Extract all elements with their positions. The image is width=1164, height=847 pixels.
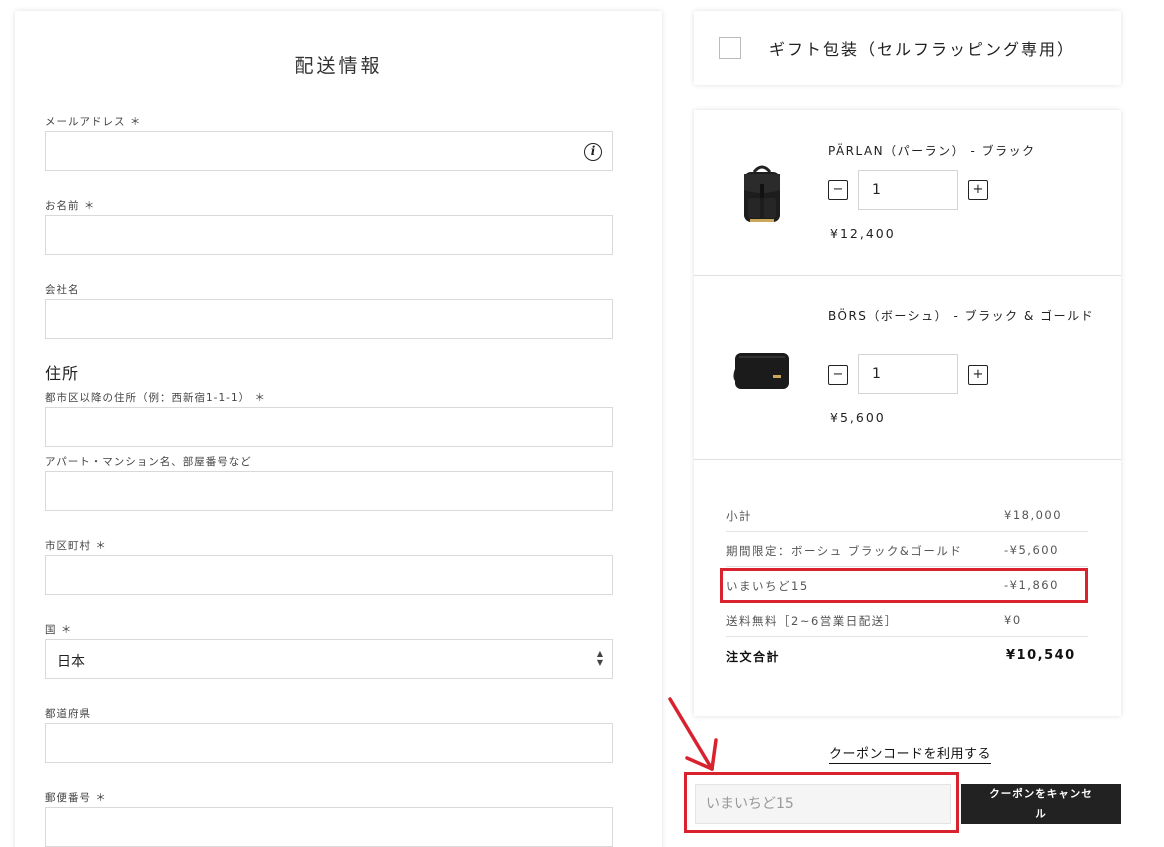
summary-value: -¥5,600 <box>1004 543 1059 557</box>
address1-label: 都市区以降の住所（例：西新宿1-1-1） ＊ <box>45 392 266 404</box>
city-field[interactable] <box>45 555 613 595</box>
summary-value: ¥0 <box>1004 613 1022 627</box>
cart-item: BÖRS（ボーシュ） - ブラック & ゴールド − 1 + ¥5,600 <box>694 276 1121 459</box>
prefecture-field[interactable] <box>45 723 613 763</box>
country-label: 国 ＊ <box>45 624 73 636</box>
gift-wrap-label: ギフト包装（セルフラッピング専用） <box>769 40 1076 59</box>
address1-field[interactable] <box>45 407 613 447</box>
address2-label: アパート・マンション名、部屋番号など <box>45 456 252 468</box>
summary-value: ¥10,540 <box>1006 648 1076 663</box>
address2-field[interactable] <box>45 471 613 511</box>
quantity-input[interactable]: 1 <box>858 354 958 394</box>
info-icon[interactable]: i <box>584 143 602 161</box>
quantity-decrease-button[interactable]: − <box>828 180 848 200</box>
company-label: 会社名 <box>45 284 80 296</box>
select-arrows-icon: ▲▼ <box>596 649 604 667</box>
summary-label: 小計 <box>726 509 752 523</box>
quantity-increase-button[interactable]: + <box>968 365 988 385</box>
cart-item: PÄRLAN（パーラン） - ブラック − 1 + ¥12,400 <box>694 110 1121 275</box>
product-price: ¥5,600 <box>830 410 886 425</box>
product-name: BÖRS（ボーシュ） - ブラック & ゴールド <box>828 309 1095 323</box>
red-arrow-icon <box>668 697 718 771</box>
product-name: PÄRLAN（パーラン） - ブラック <box>828 144 1036 158</box>
coupon-row-highlight <box>720 568 1088 603</box>
postal-label: 郵便番号 ＊ <box>45 792 107 804</box>
product-price: ¥12,400 <box>830 226 896 241</box>
backpack-image <box>726 160 798 232</box>
summary-label: 送料無料［2~6営業日配送］ <box>726 614 898 628</box>
quantity-input[interactable]: 1 <box>858 170 958 210</box>
name-field[interactable] <box>45 215 613 255</box>
quantity-decrease-button[interactable]: − <box>828 365 848 385</box>
coupon-code-link[interactable]: クーポンコードを利用する <box>829 743 992 764</box>
summary-row-total: 注文合計 ¥10,540 <box>726 637 1088 672</box>
shipping-form-panel: 配送情報 メールアドレス ＊ i お名前 ＊ 会社名 住所 都市区以降の住所（例… <box>15 11 662 847</box>
gift-wrap-panel: ギフト包装（セルフラッピング専用） <box>694 11 1121 85</box>
gift-wrap-checkbox[interactable] <box>719 37 741 59</box>
shipping-title: 配送情報 <box>294 55 383 77</box>
name-label: お名前 ＊ <box>45 200 96 212</box>
prefecture-label: 都道府県 <box>45 708 91 720</box>
company-field[interactable] <box>45 299 613 339</box>
divider <box>694 459 1121 460</box>
country-value: 日本 <box>57 654 85 670</box>
country-select[interactable]: 日本 ▲▼ <box>45 639 613 679</box>
wallet-image <box>726 334 798 406</box>
email-label: メールアドレス ＊ <box>45 116 142 128</box>
postal-field[interactable] <box>45 807 613 847</box>
cart-panel: PÄRLAN（パーラン） - ブラック − 1 + ¥12,400 BÖRS（ボ… <box>694 110 1121 716</box>
summary-row-subtotal: 小計 ¥18,000 <box>726 497 1088 532</box>
email-field[interactable]: i <box>45 131 613 171</box>
summary-label: 期間限定：ボーシュ ブラック&ゴールド <box>726 544 963 558</box>
summary-value: ¥18,000 <box>1004 508 1063 522</box>
address-heading: 住所 <box>45 364 80 383</box>
summary-row-shipping: 送料無料［2~6営業日配送］ ¥0 <box>726 602 1088 637</box>
summary-label: 注文合計 <box>726 650 781 664</box>
city-label: 市区町村 ＊ <box>45 540 107 552</box>
quantity-increase-button[interactable]: + <box>968 180 988 200</box>
coupon-cancel-button[interactable]: クーポンをキャンセル <box>961 784 1121 824</box>
summary-row-promo: 期間限定：ボーシュ ブラック&ゴールド -¥5,600 <box>726 532 1088 567</box>
